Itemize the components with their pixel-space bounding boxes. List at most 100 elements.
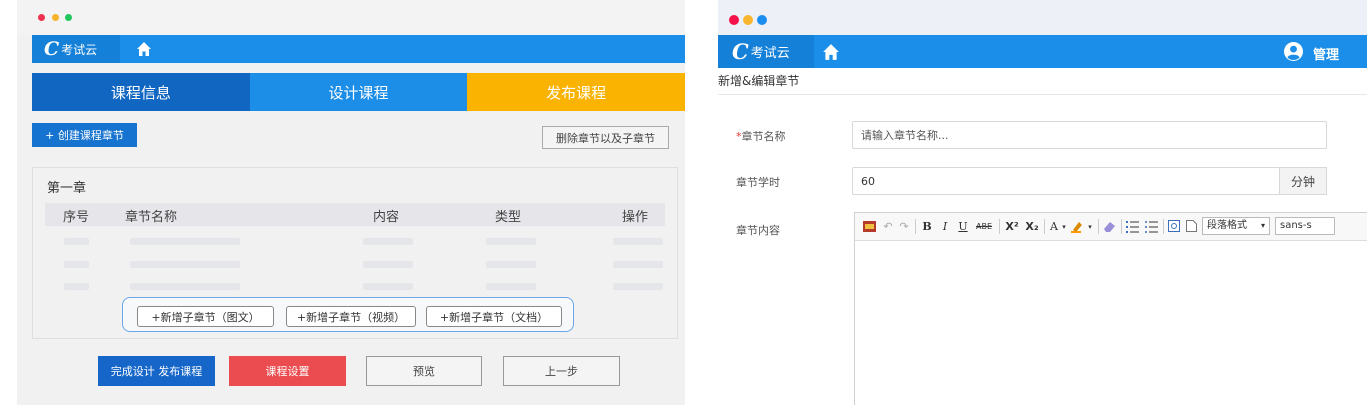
chapter-name-input[interactable]: 请输入章节名称... xyxy=(852,121,1327,149)
chapter-name-placeholder: 请输入章节名称... xyxy=(861,129,949,142)
delete-chapter-button[interactable]: 删除章节以及子章节 xyxy=(542,126,669,149)
toolbar-separator xyxy=(999,219,1000,234)
font-family-select[interactable]: sans-s xyxy=(1275,217,1335,235)
toolbar-separator xyxy=(1121,219,1122,234)
preview-button[interactable]: 预览 xyxy=(366,356,482,386)
toolbar-separator xyxy=(1098,219,1099,234)
home-icon[interactable] xyxy=(822,43,840,61)
app-logo[interactable]: C 考试云 xyxy=(718,35,814,68)
step-course-info[interactable]: 课程信息 xyxy=(32,73,250,111)
step-design-course[interactable]: 设计课程 xyxy=(249,73,468,111)
placeholder-bar xyxy=(130,261,240,268)
font-color-icon[interactable]: A xyxy=(1048,219,1060,235)
placeholder-bar xyxy=(486,261,536,268)
placeholder-bar xyxy=(486,283,536,290)
step-progress: 课程信息 设计课程 发布课程 xyxy=(32,73,685,111)
editor-toolbar: ↶ ↷ B I U ABE X² X₂ A ▾ ▾ 段落格式 ▾ sans-s xyxy=(855,213,1367,241)
chapter-content-label: 章节内容 xyxy=(736,224,780,237)
redo-icon[interactable]: ↷ xyxy=(898,219,910,235)
placeholder-bar xyxy=(130,238,240,245)
placeholder-bar xyxy=(613,283,663,290)
undo-icon[interactable]: ↶ xyxy=(882,219,894,235)
column-name: 章节名称 xyxy=(125,210,178,225)
window-titlebar xyxy=(718,0,1367,35)
underline-icon[interactable]: U xyxy=(957,219,969,235)
column-actions: 操作 xyxy=(622,210,649,225)
add-subchapter-group: +新增子章节（图文） +新增子章节（视频） +新增子章节（文档） xyxy=(122,297,574,332)
chevron-down-icon[interactable]: ▾ xyxy=(1086,219,1094,235)
rich-text-editor[interactable]: ↶ ↷ B I U ABE X² X₂ A ▾ ▾ 段落格式 ▾ sans-s xyxy=(854,212,1367,405)
chapter-hours-input[interactable]: 60 xyxy=(852,167,1280,195)
highlight-color-icon[interactable] xyxy=(1071,220,1085,233)
superscript-icon[interactable]: X² xyxy=(1003,219,1021,235)
add-subchapter-article-button[interactable]: +新增子章节（图文） xyxy=(137,306,274,327)
app-header: C 考试云 管理 xyxy=(718,35,1367,68)
placeholder-bar xyxy=(486,238,536,245)
form-title: 新增&编辑章节 xyxy=(718,74,800,88)
maximize-window-dot[interactable] xyxy=(757,15,767,25)
close-window-dot[interactable] xyxy=(38,14,45,21)
chapter-edit-window: C 考试云 管理 新增&编辑章节 *章节名称 请输入章节名称... 章节学时 6… xyxy=(718,0,1367,405)
chapter-title: 第一章 xyxy=(47,181,87,196)
step-publish-course[interactable]: 发布课程 xyxy=(467,73,685,111)
divider xyxy=(718,94,1367,95)
placeholder-bar xyxy=(613,238,663,245)
app-name: 考试云 xyxy=(750,46,790,61)
add-subchapter-document-button[interactable]: +新增子章节（文档） xyxy=(426,306,562,327)
minimize-window-dot[interactable] xyxy=(52,14,59,21)
placeholder-bar xyxy=(363,261,413,268)
placeholder-bar xyxy=(64,283,89,290)
course-design-window: C 考试云 课程信息 设计课程 发布课程 + 创建课程章节 删除章节以及子章节 … xyxy=(17,0,685,405)
bold-icon[interactable]: B xyxy=(921,219,933,235)
chapter-table-header: 序号 章节名称 内容 类型 操作 xyxy=(45,203,665,226)
font-family-value: sans-s xyxy=(1280,220,1312,231)
paragraph-format-select[interactable]: 段落格式 ▾ xyxy=(1202,217,1270,235)
strikethrough-icon[interactable]: ABE xyxy=(973,219,995,235)
column-content: 内容 xyxy=(373,210,400,225)
logo-icon: C xyxy=(44,38,60,60)
ordered-list-icon[interactable] xyxy=(1126,220,1139,233)
user-avatar-icon[interactable] xyxy=(1284,42,1303,61)
placeholder-bar xyxy=(130,283,240,290)
app-name: 考试云 xyxy=(61,42,98,57)
chapter-name-label-text: 章节名称 xyxy=(741,130,786,143)
column-index: 序号 xyxy=(63,210,90,225)
finish-publish-button[interactable]: 完成设计 发布课程 xyxy=(98,356,215,386)
chapter-hours-label: 章节学时 xyxy=(736,176,780,189)
chevron-down-icon: ▾ xyxy=(1260,221,1265,230)
source-code-icon[interactable] xyxy=(863,221,876,232)
placeholder-bar xyxy=(363,238,413,245)
insert-link-icon[interactable] xyxy=(1168,220,1180,232)
italic-icon[interactable]: I xyxy=(939,219,951,235)
toolbar-separator xyxy=(1163,219,1164,234)
chapter-hours-value: 60 xyxy=(861,174,875,188)
window-titlebar xyxy=(17,0,685,35)
toolbar-separator xyxy=(915,219,916,234)
paragraph-format-value: 段落格式 xyxy=(1207,220,1247,231)
document-icon[interactable] xyxy=(1186,220,1197,232)
create-chapter-button[interactable]: + 创建课程章节 xyxy=(32,123,137,147)
chevron-down-icon[interactable]: ▾ xyxy=(1060,219,1068,235)
app-header: C 考试云 xyxy=(32,35,685,63)
placeholder-bar xyxy=(64,238,89,245)
close-window-dot[interactable] xyxy=(729,15,739,25)
eraser-icon[interactable] xyxy=(1103,220,1116,233)
add-subchapter-video-button[interactable]: +新增子章节（视频） xyxy=(286,306,416,327)
placeholder-bar xyxy=(613,261,663,268)
placeholder-bar xyxy=(363,283,413,290)
minimize-window-dot[interactable] xyxy=(743,15,753,25)
home-icon[interactable] xyxy=(136,41,152,57)
maximize-window-dot[interactable] xyxy=(65,14,72,21)
placeholder-bar xyxy=(64,261,89,268)
unordered-list-icon[interactable] xyxy=(1145,220,1158,233)
subscript-icon[interactable]: X₂ xyxy=(1023,219,1041,235)
previous-step-button[interactable]: 上一步 xyxy=(503,356,620,386)
manage-link[interactable]: 管理 xyxy=(1313,44,1339,63)
editor-content-area[interactable] xyxy=(855,241,1367,405)
course-settings-button[interactable]: 课程设置 xyxy=(229,356,346,386)
column-type: 类型 xyxy=(495,210,522,225)
app-logo[interactable]: C 考试云 xyxy=(32,35,120,63)
toolbar-separator xyxy=(1044,219,1045,234)
hours-unit: 分钟 xyxy=(1279,167,1327,195)
logo-icon: C xyxy=(732,39,749,64)
